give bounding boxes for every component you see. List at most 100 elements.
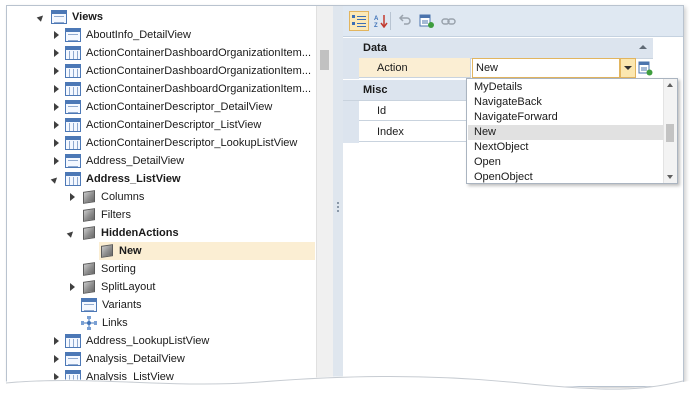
property-row-action[interactable]: Action New [343,58,653,79]
tree-node-splitlayout[interactable]: SplitLayout [67,278,155,296]
categorized-button[interactable] [349,11,369,31]
node-cube-icon [83,262,95,276]
property-name[interactable]: Action [359,58,471,78]
expand-icon[interactable] [51,120,61,130]
collapse-category-icon[interactable] [639,45,647,49]
detail-view-icon [65,28,81,42]
dropdown-scrollbar-thumb[interactable] [666,124,674,142]
tree-node[interactable]: Address_LookupListView [51,332,209,350]
dropdown-arrow-icon [624,66,632,70]
collapse-icon[interactable] [36,10,48,22]
expand-icon[interactable] [51,102,61,112]
tree-scrollbar-thumb[interactable] [320,50,329,70]
node-cube-icon [83,280,95,294]
list-view-icon [65,64,81,78]
expand-icon[interactable] [51,30,61,40]
expand-icon[interactable] [51,66,61,76]
pane-splitter[interactable] [333,6,343,386]
tree-node[interactable]: Address_DetailView [51,152,184,170]
dropdown-option[interactable]: NavigateForward [468,110,664,125]
property-name[interactable]: Index [359,122,471,142]
detail-view-icon [65,352,81,366]
tree-node-label: ActionContainerDescriptor_LookupListView [86,137,298,149]
tree-node[interactable]: ActionContainerDashboardOrganizationItem… [51,44,311,62]
category-label: Data [363,42,387,54]
tree-node-label: ActionContainerDescriptor_ListView [86,119,262,131]
action-navigate-button[interactable] [637,59,653,77]
property-name[interactable]: Id [359,101,471,121]
property-toolbar: A Z [343,6,683,37]
dropdown-scrollbar[interactable] [663,79,677,183]
tree-node[interactable]: ActionContainerDescriptor_LookupListView [51,134,297,152]
tree-node-links[interactable]: Links [81,314,128,332]
category-label: Misc [363,84,388,96]
tree-node[interactable]: AboutInfo_DetailView [51,26,191,44]
navigate-button[interactable] [417,11,437,31]
expand-icon[interactable] [67,192,77,202]
tree-node-label: HiddenActions [101,227,179,239]
action-dropdown-button[interactable] [620,58,636,78]
expand-icon[interactable] [67,282,77,292]
tree-node-label: Variants [102,299,142,311]
scroll-down-icon[interactable] [667,175,673,179]
list-view-icon [65,136,81,150]
tree-node-label: Analysis_DetailView [86,353,185,365]
tree-node[interactable]: ActionContainerDescriptor_ListView [51,116,261,134]
list-view-icon [65,118,81,132]
categorized-icon [352,15,366,27]
expand-icon[interactable] [51,138,61,148]
tree-scrollbar[interactable] [316,6,333,386]
tree-node[interactable]: ActionContainerDescriptor_DetailView [51,98,272,116]
tree-node-filters[interactable]: Filters [81,206,131,224]
property-grid: A Z Data Action New Misc Id Index [343,6,683,386]
dropdown-option-selected[interactable]: New [468,125,664,140]
tree-node-new[interactable]: New [99,242,315,260]
node-cube-icon [83,208,95,222]
tree-node-label: SplitLayout [101,281,156,293]
dropdown-option[interactable]: OpenObject [468,170,664,183]
tree-node[interactable]: ActionContainerDashboardOrganizationItem… [51,62,311,80]
undo-icon [398,14,411,25]
dropdown-option[interactable]: NavigateBack [468,95,664,110]
alphabetical-button[interactable]: A Z [371,11,391,31]
collapse-icon[interactable] [50,172,62,184]
tree-node[interactable]: ActionContainerDashboardOrganizationItem… [51,80,311,98]
tree-node-label: Address_ListView [86,173,181,185]
action-value-editor[interactable]: New [472,58,620,78]
expand-icon[interactable] [51,84,61,94]
dropdown-option[interactable]: Open [468,155,664,170]
undo-button[interactable] [395,11,415,31]
tree-node-variants[interactable]: Variants [81,296,142,314]
tree-node-address-listview[interactable]: Address_ListView [50,170,181,188]
tree-node-label: ActionContainerDashboardOrganizationItem… [86,83,312,95]
sort-az-icon: A Z [374,15,388,28]
svg-text:A: A [374,16,379,22]
tree-node-views[interactable]: Views [36,8,103,26]
tree-node[interactable]: Analysis_DetailView [51,350,185,368]
expand-icon[interactable] [51,48,61,58]
list-view-icon [65,82,81,96]
link-icon [441,18,456,25]
tree-node-hiddenactions[interactable]: HiddenActions [66,224,179,242]
views-folder-icon [51,10,67,24]
collapse-icon[interactable] [66,226,78,238]
tree-node-label: Address_DetailView [86,155,185,167]
expand-icon[interactable] [51,336,61,346]
tree-node-label: Views [72,11,103,23]
toolbar-separator [390,12,391,30]
dropdown-option[interactable]: MyDetails [468,80,664,95]
tree-node-columns[interactable]: Columns [67,188,144,206]
expand-icon[interactable] [51,354,61,364]
list-view-icon [65,172,81,186]
expand-icon[interactable] [51,156,61,166]
action-dropdown-list[interactable]: MyDetails NavigateBack NavigateForward N… [466,78,678,184]
tree-node-sorting[interactable]: Sorting [81,260,136,278]
scroll-up-icon[interactable] [667,83,673,87]
category-data[interactable]: Data [343,38,653,59]
model-editor-window: Views AboutInfo_DetailView ActionContain… [6,5,684,387]
splitter-grip-icon[interactable] [337,202,339,214]
dropdown-option[interactable]: NextObject [468,140,664,155]
row-gutter [343,58,359,79]
navigation-tree: Views AboutInfo_DetailView ActionContain… [7,6,316,386]
link-button[interactable] [439,11,459,31]
